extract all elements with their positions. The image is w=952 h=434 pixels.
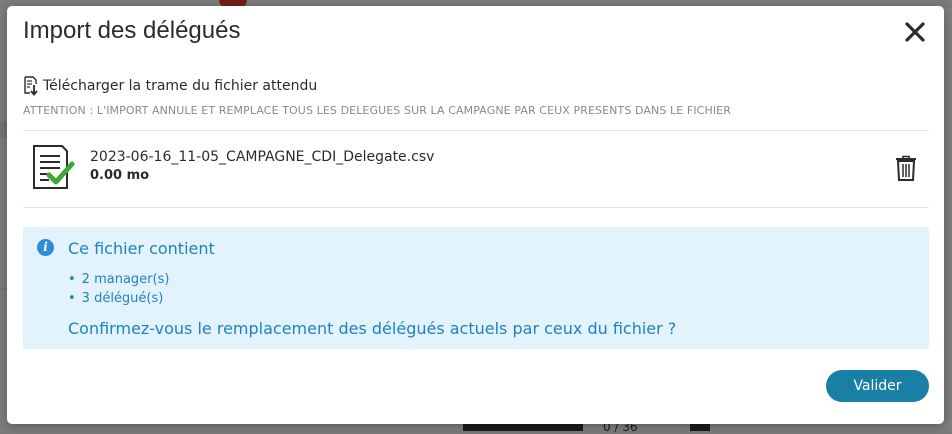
download-template-icon <box>24 76 38 96</box>
info-icon: i <box>37 239 54 256</box>
info-list: 2 manager(s) 3 délégué(s) <box>68 270 170 308</box>
info-title: Ce fichier contient <box>68 239 215 258</box>
import-warning: ATTENTION : L'IMPORT ANNULE ET REMPLACE … <box>23 104 731 117</box>
close-icon <box>905 22 925 42</box>
validate-button[interactable]: Valider <box>826 370 929 402</box>
file-size: 0.00 mo <box>90 168 150 183</box>
close-button[interactable] <box>903 20 927 44</box>
import-delegates-modal: Import des délégués Télécharger la trame… <box>7 6 944 424</box>
info-list-item: 2 manager(s) <box>68 270 170 289</box>
download-template-link[interactable]: Télécharger la trame du fichier attendu <box>23 76 317 96</box>
uploaded-file-row: 2023-06-16_11-05_CAMPAGNE_CDI_Delegate.c… <box>23 130 929 208</box>
file-check-icon <box>33 145 75 189</box>
confirmation-question: Confirmez-vous le remplacement des délég… <box>68 319 677 338</box>
modal-title: Import des délégués <box>23 17 241 44</box>
trash-icon <box>896 155 916 181</box>
file-name: 2023-06-16_11-05_CAMPAGNE_CDI_Delegate.c… <box>90 149 435 165</box>
download-template-label: Télécharger la trame du fichier attendu <box>43 78 318 94</box>
delete-file-button[interactable] <box>895 155 917 185</box>
file-info-box: i Ce fichier contient 2 manager(s) 3 dél… <box>23 227 929 349</box>
info-list-item: 3 délégué(s) <box>68 289 169 308</box>
